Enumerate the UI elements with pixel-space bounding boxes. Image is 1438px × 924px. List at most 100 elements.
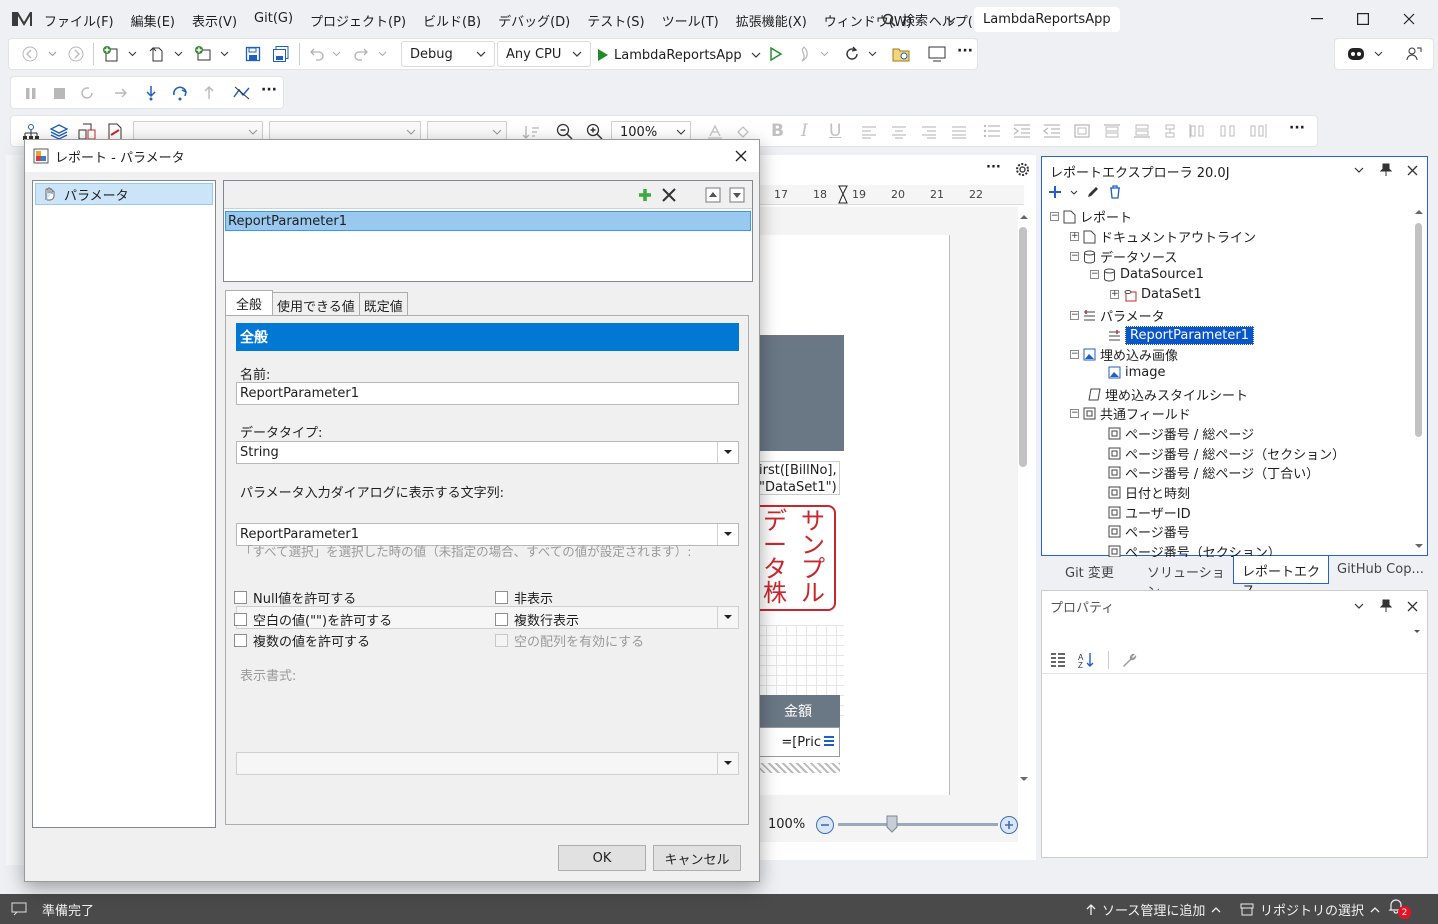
search-box[interactable]: 検索 [882,10,956,29]
datatype-select[interactable]: String [236,441,739,464]
chevron-down-icon[interactable] [127,47,137,61]
tree-node-datasource1[interactable]: − DataSource1 [1090,267,1204,282]
expand-icon[interactable]: + [1070,232,1079,241]
start-debugging-button[interactable]: LambdaReportsApp [597,43,761,67]
chevron-down-icon[interactable] [1352,163,1366,177]
add-parameter-icon[interactable] [636,186,654,204]
chevron-down-icon[interactable] [1352,599,1366,613]
parameter-list-item[interactable]: ReportParameter1 [225,211,751,231]
allow-null-checkbox[interactable]: Null値を許可する [234,588,356,607]
nav-item-parameters[interactable]: パラメータ [35,183,213,205]
tree-node-field[interactable]: ページ番号 / 総ページ（丁合い） [1108,463,1319,482]
tree-node-reportparameter1[interactable]: ReportParameter1 [1108,326,1254,345]
align-center-icon[interactable] [891,125,907,139]
hot-reload-icon[interactable] [795,45,813,63]
move-down-icon[interactable] [728,186,746,204]
pin-icon[interactable] [1378,162,1394,178]
checkbox-box[interactable] [234,634,247,647]
checkbox-box[interactable] [495,613,508,626]
chevron-down-icon[interactable] [1070,190,1078,195]
start-without-debugging-icon[interactable] [767,45,785,63]
tree-node-field[interactable]: 日付と時刻 [1108,483,1190,502]
remove-parameter-icon[interactable] [660,186,678,204]
diagnostic-tools-icon[interactable] [233,85,251,101]
tab-github-copilot[interactable]: GitHub Cop... [1329,556,1425,584]
tab-general[interactable]: 全般 [225,290,274,316]
menu-view[interactable]: 表示(V) [192,11,237,30]
collapse-icon[interactable]: − [1090,270,1099,279]
collapse-icon[interactable]: − [1070,252,1079,261]
ruler-marker-icon[interactable] [838,185,848,205]
chevron-down-icon[interactable] [47,47,57,61]
more-icon[interactable]: ··· [1289,120,1305,136]
refresh-icon[interactable] [843,45,861,63]
chevron-down-icon[interactable] [867,47,877,61]
menu-git[interactable]: Git(G) [254,11,293,30]
tree-node-embedded-images[interactable]: − 埋め込み画像 [1070,345,1178,364]
show-next-statement-icon[interactable] [113,85,129,101]
zoom-in-button-icon[interactable] [998,814,1020,836]
tab-report-explorer[interactable]: レポートエクス... [1233,556,1329,599]
explorer-scrollbar[interactable] [1412,207,1426,553]
indent-icon[interactable] [1013,123,1031,139]
collapse-icon[interactable]: − [1070,409,1079,418]
expand-icon[interactable]: + [1110,290,1119,299]
menu-edit[interactable]: 編集(E) [131,11,175,30]
folder-search-icon[interactable] [891,44,911,64]
justify-icon[interactable] [951,125,967,139]
tree-node-report[interactable]: − レポート [1050,207,1132,226]
dropdown-arrow-icon[interactable] [717,442,738,463]
chevron-down-icon[interactable] [331,47,341,61]
save-icon[interactable] [243,44,263,64]
undo-icon[interactable] [307,44,327,64]
ok-button[interactable]: OK [558,845,646,871]
collapse-icon[interactable]: − [1050,212,1059,221]
align-middle-icon[interactable] [1163,123,1177,139]
scrollbar-thumb[interactable] [1415,223,1422,437]
menu-extensions[interactable]: 拡張機能(X) [736,11,807,30]
collapse-icon[interactable]: − [1070,311,1079,320]
menu-debug[interactable]: デバッグ(D) [498,11,570,30]
step-over-icon[interactable] [171,85,189,101]
tree-node-image[interactable]: image [1108,365,1166,380]
format-select[interactable] [236,752,739,775]
live-share-icon[interactable] [1403,44,1425,64]
window-layout-icon[interactable] [927,44,947,64]
close-icon[interactable] [1404,598,1420,614]
multi-value-checkbox[interactable]: 複数の値を許可する [234,631,370,650]
name-input[interactable]: ReportParameter1 [236,382,739,405]
tree-node-field[interactable]: ページ番号 [1108,522,1190,541]
output-icon[interactable] [10,901,28,917]
menu-file[interactable]: ファイル(F) [44,11,114,30]
list-menu-icon[interactable] [822,733,836,749]
chevron-down-icon[interactable] [173,47,183,61]
align-bottom-icon[interactable] [1133,123,1151,139]
scrollbar-thumb[interactable] [1019,227,1027,467]
menu-project[interactable]: プロジェクト(P) [310,11,406,30]
tree-node-dataset1[interactable]: + DataSet1 [1110,287,1202,302]
zoom-out-button-icon[interactable] [814,814,836,836]
dialog-close-button[interactable] [729,146,753,166]
forward-icon[interactable] [67,45,85,63]
minimize-button[interactable] [1294,4,1340,34]
chevron-down-icon[interactable] [819,47,829,61]
gear-icon[interactable] [1014,161,1030,177]
tab-git-changes[interactable]: Git 変更 [1041,556,1137,584]
checkbox-box[interactable] [234,613,247,626]
pin-icon[interactable] [1378,598,1394,614]
menu-tools[interactable]: ツール(T) [662,11,719,30]
wrench-icon[interactable] [1121,652,1137,668]
italic-icon[interactable]: I [801,121,808,141]
tree-node-data-sources[interactable]: − データソース [1070,247,1177,266]
step-out-icon[interactable] [201,85,217,101]
more-icon[interactable]: ··· [957,43,973,59]
add-icon[interactable] [1048,185,1062,199]
notifications-button[interactable]: 2 [1388,898,1412,920]
tree-node-field[interactable]: ページ番号 / 総ページ（セクション） [1108,444,1345,463]
align-top-icon[interactable] [1103,123,1121,139]
add-item-icon[interactable] [193,44,213,64]
chevron-down-icon[interactable] [377,47,387,61]
tree-node-field[interactable]: ページ番号（セクション） [1108,542,1281,557]
save-all-icon[interactable] [271,44,291,64]
align-right-icon[interactable] [921,125,937,139]
